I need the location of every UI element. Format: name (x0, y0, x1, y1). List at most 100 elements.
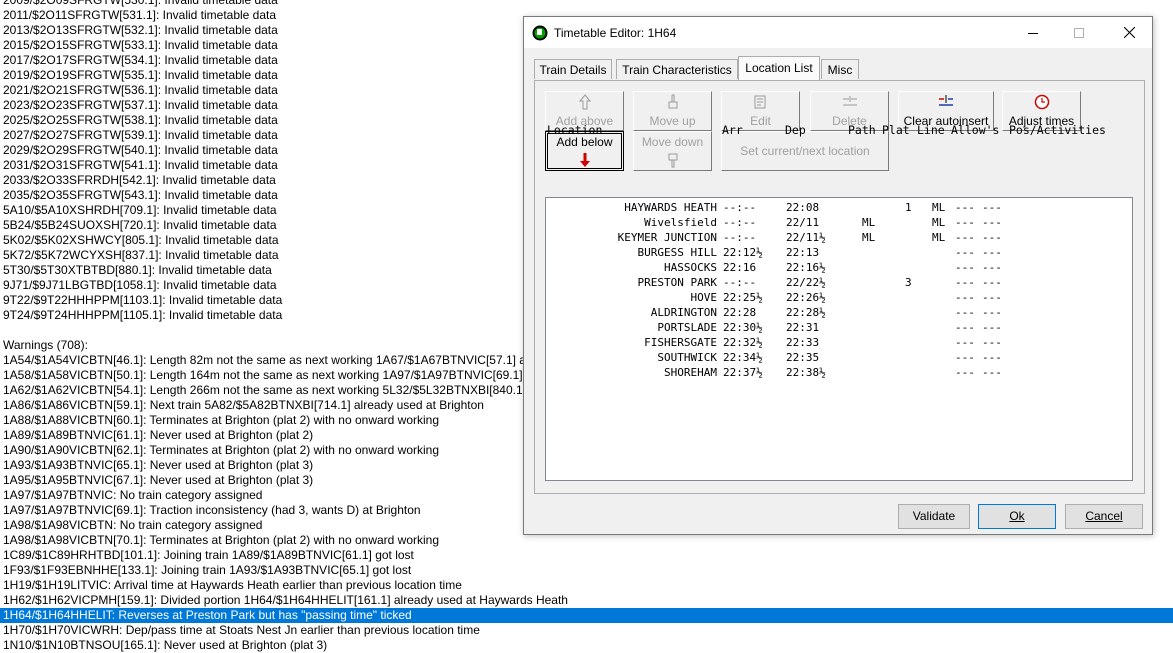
window-title: Timetable Editor: 1H64 (554, 26, 677, 40)
header-dep: Dep (785, 123, 806, 137)
cell-allow: --- (955, 216, 975, 229)
header-arr: Arr (722, 123, 743, 137)
cell-loc: SOUTHWICK (657, 351, 717, 364)
log-line[interactable]: 1H64/$1H64HHELIT: Reverses at Preston Pa… (0, 608, 1173, 623)
cell-loc: ALDRINGTON (650, 306, 717, 319)
log-line[interactable]: 2009/$2O09SFRGTW[530.1]: Invalid timetab… (0, 0, 1173, 8)
tab-train-details[interactable]: Train Details (534, 59, 612, 79)
cell-dep: 22:35 (786, 351, 820, 364)
cell-dep: 22:38½ (786, 366, 826, 379)
cell-arr: 22:12½ (723, 246, 763, 259)
log-line[interactable]: 1H19/$1H19LITVIC: Arrival time at Haywar… (0, 578, 1173, 593)
location-row[interactable]: KEYMER JUNCTION --:-- 22/11½ ML ML --- --- (546, 230, 1132, 245)
location-row[interactable]: PRESTON PARK --:-- 22/22½ 3 --- --- (546, 275, 1132, 290)
cell-arr: 22:25½ (723, 291, 763, 304)
cell-arr: 22:32½ (723, 336, 763, 349)
cancel-button[interactable]: Cancel (1065, 504, 1143, 529)
cell-loc: HOVE (690, 291, 718, 304)
cell-arr: 22:37½ (723, 366, 763, 379)
minimize-button[interactable] (1010, 17, 1056, 48)
log-line[interactable]: 1H62/$1H62VICPMH[159.1]: Divided portion… (0, 593, 1173, 608)
log-line[interactable]: 1N10/$1N10BTNSOU[165.1]: Never used at B… (0, 638, 1173, 653)
header-allows: Allow's (951, 123, 1000, 137)
cell-arr: 22:16 (723, 261, 757, 274)
cell-line: ML (932, 201, 946, 214)
cell-pos: --- (982, 276, 1002, 289)
cell-path: ML (862, 231, 876, 244)
cell-pos: --- (982, 261, 1002, 274)
cell-allow: --- (955, 336, 975, 349)
location-row[interactable]: HOVE 22:25½ 22:26½ --- --- (546, 290, 1132, 305)
arrow-up-icon (578, 94, 591, 110)
tab-train-characteristics[interactable]: Train Characteristics (616, 59, 738, 79)
log-line[interactable]: 1H70/$1H70VICWRH: Dep/pass time at Stoat… (0, 623, 1173, 638)
set-current-location-button[interactable]: Set current/next location (721, 131, 889, 171)
header-location: Location (547, 123, 603, 137)
location-row[interactable]: Wivelsfield --:-- 22/11 ML ML --- --- (546, 215, 1132, 230)
cell-pos: --- (982, 321, 1002, 334)
cell-loc: KEYMER JUNCTION (617, 231, 717, 244)
maximize-icon (1074, 27, 1084, 38)
cell-allow: --- (955, 246, 975, 259)
cell-dep: 22:16½ (786, 261, 826, 274)
location-row[interactable]: SOUTHWICK 22:34½ 22:35 --- --- (546, 350, 1132, 365)
cell-pos: --- (982, 306, 1002, 319)
location-row[interactable]: ALDRINGTON 22:28 22:28½ --- --- (546, 305, 1132, 320)
cell-pos: --- (982, 336, 1002, 349)
log-line[interactable]: 1C89/$1C89HRHTBD[101.1]: Joining train 1… (0, 548, 1173, 563)
location-list[interactable]: HAYWARDS HEATH --:-- 22:08 1 ML --- --- Wivelsf… (545, 197, 1133, 481)
tab-strip: Train Details Train Characteristics Loca… (524, 53, 1152, 81)
cell-pos: --- (982, 246, 1002, 259)
log-line[interactable]: 1A98/$1A98VICBTN[70.1]: Terminates at Br… (0, 533, 1173, 548)
tab-location-list[interactable]: Location List (738, 56, 820, 80)
header-line: Line (917, 123, 945, 137)
minimize-icon (1028, 32, 1038, 34)
cell-dep: 22:08 (786, 201, 820, 214)
add-below-button[interactable]: Add below (545, 131, 624, 171)
cell-loc: PORTSLADE (657, 321, 717, 334)
location-row[interactable]: BURGESS HILL 22:12½ 22:13 --- --- (546, 245, 1132, 260)
train-app-icon (532, 25, 548, 41)
arrow-down-icon (579, 153, 590, 167)
cell-allow: --- (955, 306, 975, 319)
tab-misc[interactable]: Misc (821, 59, 859, 79)
maximize-button[interactable] (1056, 17, 1102, 48)
location-row[interactable]: HAYWARDS HEATH --:-- 22:08 1 ML --- --- (546, 200, 1132, 215)
cell-allow: --- (955, 291, 975, 304)
ok-button[interactable]: Ok (978, 504, 1056, 529)
log-line[interactable]: 1F93/$1F93EBNHHE[133.1]: Joining train 1… (0, 563, 1173, 578)
cell-plat: 3 (905, 276, 912, 289)
cell-path: ML (862, 216, 876, 229)
cell-loc: FISHERSGATE (644, 336, 717, 349)
cell-dep: 22:33 (786, 336, 820, 349)
location-row[interactable]: SHOREHAM 22:37½ 22:38½ --- --- (546, 365, 1132, 380)
cell-pos: --- (982, 216, 1002, 229)
location-row[interactable]: PORTSLADE 22:30½ 22:31 --- --- (546, 320, 1132, 335)
close-button[interactable] (1106, 17, 1152, 48)
cell-dep: 22/22½ (786, 276, 826, 289)
cell-allow: --- (955, 276, 975, 289)
cell-loc: SHOREHAM (664, 366, 717, 379)
cell-pos: --- (982, 231, 1002, 244)
cell-pos: --- (982, 291, 1002, 304)
cell-arr: 22:34½ (723, 351, 763, 364)
cell-dep: 22/11 (786, 216, 820, 229)
autoinsert-icon (939, 95, 953, 106)
cell-arr: --:-- (723, 276, 757, 289)
cell-allow: --- (955, 201, 975, 214)
title-bar[interactable]: Timetable Editor: 1H64 (524, 17, 1152, 48)
cell-line: ML (932, 231, 946, 244)
cell-arr: --:-- (723, 231, 757, 244)
cell-loc: HASSOCKS (664, 261, 717, 274)
header-plat: Plat (882, 123, 910, 137)
cell-allow: --- (955, 366, 975, 379)
location-row[interactable]: HASSOCKS 22:16 22:16½ --- --- (546, 260, 1132, 275)
move-down-button[interactable]: Move down (633, 131, 712, 171)
cell-arr: 22:28 (723, 306, 757, 319)
hand-up-icon (668, 94, 677, 109)
cell-loc: BURGESS HILL (637, 246, 717, 259)
validate-button[interactable]: Validate (898, 504, 970, 529)
location-list-header: Location Arr Dep Path Plat Line Allow's … (537, 123, 1137, 137)
location-row[interactable]: FISHERSGATE 22:32½ 22:33 --- --- (546, 335, 1132, 350)
close-icon (1123, 27, 1135, 38)
